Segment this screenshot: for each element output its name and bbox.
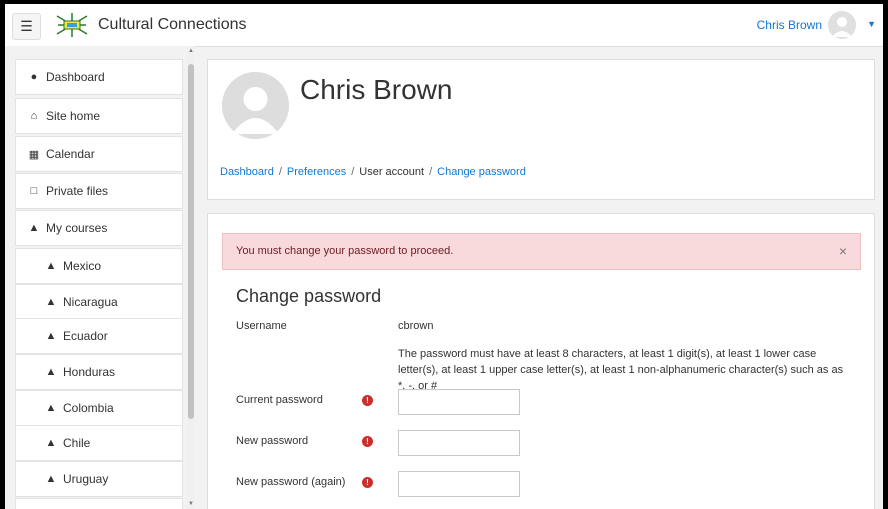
required-icon: ! [362, 477, 373, 488]
caret-down-icon[interactable]: ▼ [867, 19, 876, 29]
new-password-again-label: New password (again) [236, 476, 346, 488]
dashboard-icon: ● [30, 71, 38, 83]
drawer-item-label: Chile [63, 436, 91, 450]
drawer-item-course-colombia[interactable]: ▲ Colombia [15, 390, 183, 426]
required-icon: ! [362, 395, 373, 406]
drawer-item-course-partial[interactable]: ▲ [15, 498, 183, 509]
drawer-item-label: Dashboard [46, 70, 105, 84]
breadcrumb-separator: / [429, 166, 433, 178]
drawer-item-label: My courses [46, 221, 108, 235]
new-password-input[interactable] [398, 430, 520, 456]
scrollbar-thumb[interactable] [188, 64, 194, 419]
site-logo[interactable] [55, 12, 89, 38]
required-icon: ! [362, 436, 373, 447]
hamburger-menu-button[interactable]: ☰ [12, 13, 41, 40]
graduation-cap-icon: ▲ [45, 473, 57, 485]
breadcrumb: Dashboard / Preferences / User account / Chang… [220, 166, 526, 178]
drawer-item-label: Site home [46, 109, 101, 123]
page-header: Chris Brown Dashboard / Preferences / User a… [207, 59, 875, 200]
drawer-item-private-files[interactable]: □ Private files [15, 173, 183, 209]
breadcrumb-separator: / [278, 166, 282, 178]
drawer-item-label: Uruguay [63, 472, 109, 486]
graduation-cap-icon: ▲ [45, 296, 57, 308]
graduation-cap-icon: ▲ [45, 260, 57, 272]
drawer-item-label: Ecuador [63, 329, 108, 343]
drawer-item-my-courses[interactable]: ▲ My courses [15, 210, 183, 246]
username-label: Username [236, 320, 287, 332]
graduation-cap-icon: ▲ [45, 402, 57, 414]
graduation-cap-icon: ▲ [45, 330, 57, 342]
scroll-down-arrow-icon[interactable]: ▼ [187, 501, 195, 507]
drawer-item-course-chile[interactable]: ▲ Chile [15, 425, 183, 461]
close-icon[interactable]: × [839, 243, 847, 259]
alert-message: You must change your password to proceed… [222, 233, 861, 270]
home-icon: ⌂ [30, 110, 38, 122]
current-password-input[interactable] [398, 389, 520, 415]
password-policy-text: The password must have at least 8 charac… [398, 348, 844, 392]
drawer-scrollbar[interactable]: ▲ ▼ [187, 46, 195, 509]
site-name[interactable]: Cultural Connections [98, 16, 247, 34]
hamburger-icon: ☰ [20, 18, 33, 34]
drawer-item-dashboard[interactable]: ● Dashboard [15, 59, 183, 95]
drawer-item-label: Colombia [63, 401, 114, 415]
breadcrumb-user-account: User account [359, 166, 425, 178]
drawer-item-label: Private files [46, 184, 109, 198]
breadcrumb-change-password[interactable]: Change password [437, 166, 526, 178]
breadcrumb-preferences[interactable]: Preferences [287, 166, 346, 178]
drawer-item-label: Calendar [46, 147, 95, 161]
graduation-cap-icon: ▲ [45, 366, 57, 378]
user-avatar[interactable] [828, 11, 856, 39]
calendar-icon: ▦ [28, 148, 40, 161]
main-content: You must change your password to proceed… [207, 213, 875, 509]
drawer-item-course-honduras[interactable]: ▲ Honduras [15, 354, 183, 390]
nav-drawer: ● Dashboard ⌂ Site home ▦ Calendar □ Pri… [5, 46, 194, 509]
drawer-item-course-uruguay[interactable]: ▲ Uruguay [15, 461, 183, 497]
breadcrumb-separator: / [351, 166, 355, 178]
username-value: cbrown [398, 320, 434, 332]
user-menu-name[interactable]: Chris Brown [757, 18, 822, 32]
graduation-cap-icon: ▲ [45, 437, 57, 449]
profile-picture [222, 72, 289, 139]
breadcrumb-dashboard[interactable]: Dashboard [220, 166, 274, 178]
drawer-item-site-home[interactable]: ⌂ Site home [15, 98, 183, 134]
file-icon: □ [30, 185, 38, 197]
app-window: ☰ Cultural Connections Chris Brown ▼ ● D… [5, 4, 883, 509]
current-password-label: Current password [236, 394, 323, 406]
new-password-label: New password [236, 435, 309, 447]
drawer-item-course-mexico[interactable]: ▲ Mexico [15, 248, 183, 284]
drawer-item-label: Honduras [63, 365, 116, 379]
drawer-item-course-nicaragua[interactable]: ▲ Nicaragua [15, 284, 183, 320]
graduation-cap-icon: ▲ [28, 222, 40, 234]
drawer-item-calendar[interactable]: ▦ Calendar [15, 136, 183, 172]
drawer-item-label: Nicaragua [63, 295, 118, 309]
drawer-item-label: Mexico [63, 259, 102, 273]
top-navbar: ☰ Cultural Connections Chris Brown ▼ [5, 4, 883, 47]
new-password-again-input[interactable] [398, 471, 520, 497]
section-title: Change password [236, 286, 382, 306]
alert-text: You must change your password to proceed… [236, 245, 454, 257]
drawer-item-course-ecuador[interactable]: ▲ Ecuador [15, 318, 183, 354]
page-title: Chris Brown [300, 74, 453, 105]
scroll-up-arrow-icon[interactable]: ▲ [187, 48, 195, 54]
